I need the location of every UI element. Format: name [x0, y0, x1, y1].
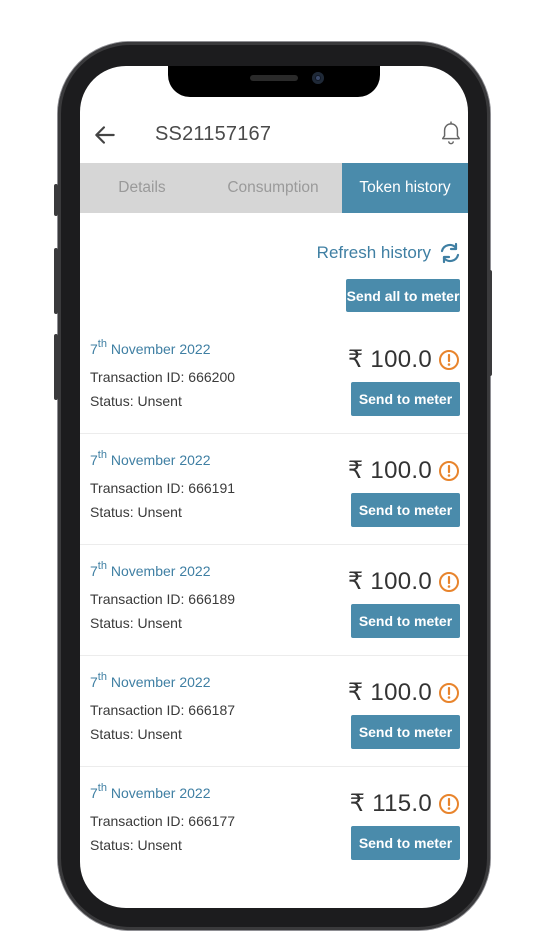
transaction-status: Status: Unsent — [90, 615, 182, 631]
transaction-date: 7th November 2022 — [90, 560, 211, 579]
transaction-date: 7th November 2022 — [90, 782, 211, 801]
transaction-id: Transaction ID: 666177 — [90, 813, 236, 829]
refresh-history-label: Refresh history — [316, 243, 431, 262]
camera — [312, 72, 324, 84]
warning-circle-icon — [439, 683, 459, 703]
transaction-row: 7th November 2022 Transaction ID: 666189… — [80, 545, 468, 656]
transaction-status: Status: Unsent — [90, 837, 182, 853]
transaction-row: 7th November 2022 Transaction ID: 666187… — [80, 656, 468, 767]
warning-circle-icon — [439, 350, 459, 370]
page-title: SS21157167 — [155, 123, 272, 145]
phone-side-button — [54, 184, 58, 216]
transaction-amount: ₹ 115.0 — [349, 790, 432, 817]
phone-side-button — [54, 248, 58, 314]
warning-circle-icon — [439, 572, 459, 592]
transaction-amount: ₹ 100.0 — [347, 346, 432, 373]
transaction-date: 7th November 2022 — [90, 338, 211, 357]
send-to-meter-button[interactable]: Send to meter — [351, 604, 460, 638]
send-to-meter-button[interactable]: Send to meter — [351, 493, 460, 527]
transaction-status: Status: Unsent — [90, 504, 182, 520]
transaction-date: 7th November 2022 — [90, 449, 211, 468]
tab-consumption[interactable]: Consumption — [204, 163, 342, 213]
app-screen: SS21157167 Details Consumption Token his… — [80, 66, 468, 908]
tab-bar: Details Consumption Token history — [80, 163, 468, 213]
transaction-id: Transaction ID: 666200 — [90, 369, 236, 385]
transaction-status: Status: Unsent — [90, 726, 182, 742]
transaction-status: Status: Unsent — [90, 393, 182, 409]
phone-side-button — [488, 270, 492, 376]
transaction-id: Transaction ID: 666189 — [90, 591, 236, 607]
transaction-date: 7th November 2022 — [90, 671, 211, 690]
transaction-row: 7th November 2022 Transaction ID: 666200… — [80, 323, 468, 434]
transaction-id: Transaction ID: 666191 — [90, 480, 236, 496]
tab-token-history[interactable]: Token history — [342, 163, 468, 213]
refresh-icon — [440, 242, 460, 264]
tab-details[interactable]: Details — [80, 163, 204, 213]
send-all-to-meter-button[interactable]: Send all to meter — [346, 279, 460, 312]
transaction-amount: ₹ 100.0 — [347, 457, 432, 484]
send-to-meter-button[interactable]: Send to meter — [351, 826, 460, 860]
send-to-meter-button[interactable]: Send to meter — [351, 715, 460, 749]
refresh-history-button[interactable]: Refresh history — [317, 242, 462, 264]
transaction-list: 7th November 2022 Transaction ID: 666200… — [80, 323, 468, 877]
transaction-amount: ₹ 100.0 — [347, 679, 432, 706]
transaction-row: 7th November 2022 Transaction ID: 666191… — [80, 434, 468, 545]
send-to-meter-button[interactable]: Send to meter — [351, 382, 460, 416]
transaction-row: 7th November 2022 Transaction ID: 666177… — [80, 767, 468, 877]
speaker — [250, 75, 298, 81]
app-bar: SS21157167 — [80, 106, 468, 163]
warning-circle-icon — [439, 794, 459, 814]
transaction-id: Transaction ID: 666187 — [90, 702, 236, 718]
warning-circle-icon — [439, 461, 459, 481]
notch — [168, 66, 380, 97]
phone-side-button — [54, 334, 58, 400]
transaction-amount: ₹ 100.0 — [347, 568, 432, 595]
bell-icon[interactable] — [440, 121, 462, 147]
arrow-left-icon[interactable] — [92, 122, 118, 148]
